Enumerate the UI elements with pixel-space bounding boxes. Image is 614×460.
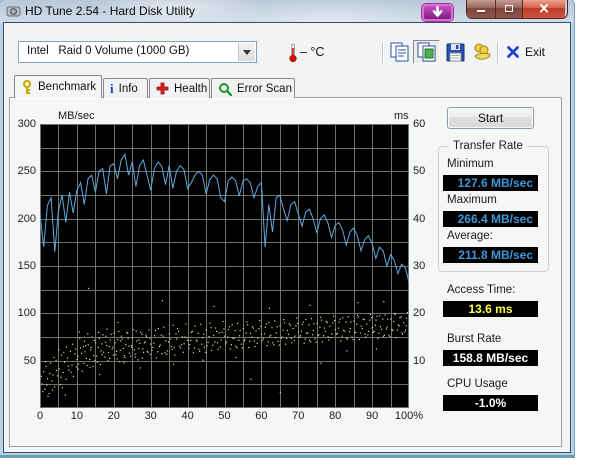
close-button[interactable] — [523, 0, 565, 18]
tab-error-scan[interactable]: Error Scan — [211, 78, 295, 98]
toolbar-separator — [382, 42, 384, 63]
y-right-tick: 20 — [413, 307, 426, 320]
tab-label: Health — [174, 82, 208, 95]
minimum-label: Minimum — [447, 158, 494, 170]
y-right-tick: 10 — [413, 354, 426, 367]
x-axis-tick: 80 — [329, 410, 342, 422]
x-axis-tick: 20 — [107, 410, 120, 422]
tab-label: Benchmark — [38, 81, 97, 93]
toolbar-separator — [497, 42, 499, 63]
copy-image-icon — [417, 42, 435, 62]
exit-button[interactable]: Exit — [506, 41, 568, 63]
temperature-display: – °C — [300, 45, 325, 59]
y-left-tick: 300 — [17, 118, 36, 130]
y-right-tick: 60 — [413, 118, 426, 130]
benchmark-chart — [40, 124, 409, 408]
y-left-tick: 150 — [17, 260, 36, 272]
copy-image-button[interactable] — [413, 40, 440, 64]
average-value: 211.8 MB/sec — [443, 247, 538, 263]
x-axis-tick: 40 — [181, 410, 194, 422]
y-right-unit-label: ms — [394, 110, 409, 122]
access-time-label: Access Time: — [447, 284, 516, 296]
x-axis-tick: 100% — [394, 410, 424, 422]
x-axis-tick: 50 — [218, 410, 231, 422]
save-icon — [446, 43, 465, 61]
y-left-tick: 250 — [17, 165, 36, 178]
y-left-tick: 100 — [17, 307, 36, 320]
x-axis-tick: 70 — [292, 410, 305, 422]
info-icon: i — [110, 80, 114, 96]
close-icon — [540, 4, 548, 13]
y-right-tick: 40 — [413, 212, 426, 225]
x-axis-tick: 60 — [255, 410, 268, 422]
start-button[interactable]: Start — [447, 107, 534, 129]
burst-rate-value: 158.8 MB/sec — [443, 350, 538, 366]
minimum-value: 127.6 MB/sec — [443, 175, 538, 191]
chevron-down-icon — [243, 50, 251, 55]
x-axis-tick: 30 — [144, 410, 157, 422]
dropdown-button[interactable] — [238, 43, 255, 61]
y-left-unit-label: MB/sec — [58, 110, 95, 122]
maximize-button[interactable] — [496, 0, 523, 18]
transfer-rate-group-label: Transfer Rate — [449, 140, 527, 152]
x-axis-tick: 90 — [365, 410, 379, 422]
tab-health[interactable]: Health — [149, 78, 210, 98]
drive-select-dropdown[interactable]: Intel Raid 0 Volume (1000 GB) — [18, 41, 257, 63]
save-button[interactable] — [443, 41, 468, 63]
drive-select-value: Intel Raid 0 Volume (1000 GB) — [27, 45, 190, 57]
cpu-usage-value: -1.0% — [443, 395, 538, 411]
tab-label: Error Scan — [237, 82, 292, 95]
app-icon — [6, 4, 21, 24]
cpu-usage-label: CPU Usage — [447, 378, 508, 390]
y-right-tick: 50 — [413, 165, 426, 178]
x-axis-tick: 0 — [36, 410, 44, 422]
tab-label: Info — [118, 82, 138, 95]
y-left-tick: 50 — [23, 354, 36, 367]
copy-text-icon — [390, 42, 408, 62]
thermometer-icon — [288, 43, 298, 68]
tab-benchmark[interactable]: Benchmark — [14, 75, 102, 98]
maximize-icon — [505, 5, 513, 12]
hand-coins-icon — [473, 43, 490, 60]
minimize-button[interactable] — [467, 0, 496, 18]
exit-x-icon — [507, 46, 519, 58]
maximum-value: 266.4 MB/sec — [443, 211, 538, 227]
minimize-icon — [477, 10, 485, 12]
donate-button[interactable] — [469, 41, 494, 63]
magnifier-icon — [219, 82, 232, 96]
health-cross-icon — [156, 82, 169, 95]
window-controls — [467, 0, 567, 18]
maximum-label: Maximum — [447, 194, 497, 206]
y-left-tick: 200 — [17, 212, 36, 225]
window-title: HD Tune 2.54 - Hard Disk Utility — [25, 4, 196, 18]
copy-text-button[interactable] — [387, 41, 412, 63]
burst-rate-label: Burst Rate — [447, 333, 502, 345]
x-axis-tick: 10 — [70, 410, 84, 422]
exit-label: Exit — [525, 45, 546, 59]
tab-info[interactable]: i Info — [103, 78, 148, 98]
average-label: Average: — [447, 230, 493, 242]
y-right-tick: 30 — [413, 260, 426, 272]
window-bottom-edge — [0, 455, 574, 457]
download-indicator-button[interactable] — [422, 4, 453, 21]
access-time-value: 13.6 ms — [443, 301, 538, 317]
key-icon — [23, 79, 31, 94]
